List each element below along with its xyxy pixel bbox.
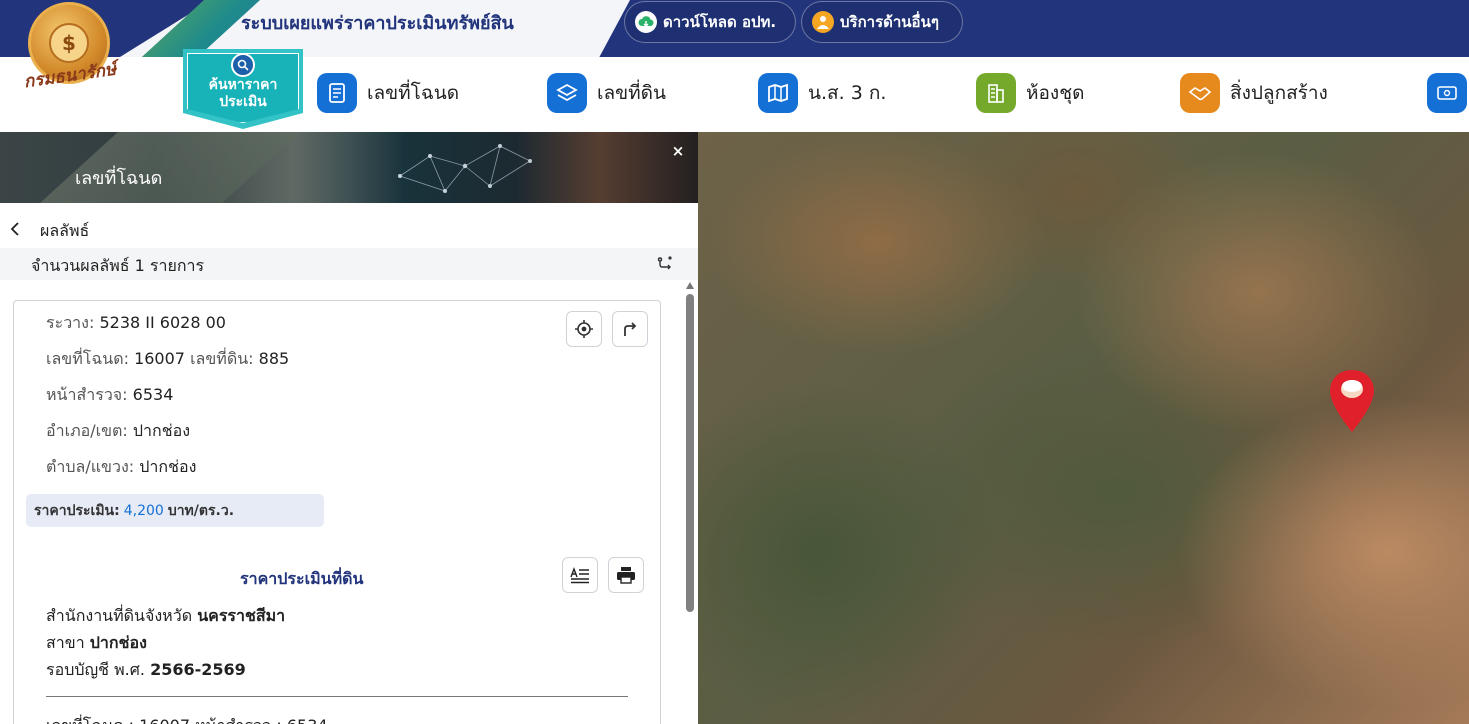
nav-building-label: สิ่งปลูกสร้าง <box>1230 82 1328 104</box>
nav-condo-label: ห้องชุด <box>1026 82 1085 104</box>
result-count: จำนวนผลลัพธ์ 1 รายการ <box>31 256 205 275</box>
result-card: ระวาง: 5238 II 6028 00 เลขที่โฉนด: 16007… <box>13 300 661 724</box>
ravang-value: 5238 II 6028 00 <box>99 313 226 332</box>
nav-condo[interactable]: ห้องชุด <box>976 72 1084 114</box>
nav-money[interactable] <box>1427 72 1469 114</box>
scroll-thumb[interactable] <box>686 294 694 612</box>
print-button[interactable] <box>608 557 644 593</box>
cycle-prefix: รอบบัญชี พ.ศ. <box>46 660 145 679</box>
land-label: เลขที่ดิน: <box>190 349 254 368</box>
crosshair-icon <box>575 320 593 338</box>
header: ระบบเผยแพร่ราคาประเมินทรัพย์สิน ดาวน์โหล… <box>0 0 1469 132</box>
service-person-icon <box>812 11 834 33</box>
survey-value: 6534 <box>132 385 174 404</box>
branch-line: สาขา ปากช่อง <box>46 631 147 656</box>
services-button[interactable]: บริการด้านอื่นๆ <box>801 1 963 43</box>
map-icon <box>758 73 798 113</box>
deed-row: เลขที่โฉนด: 16007 เลขที่ดิน: 885 <box>46 347 289 372</box>
close-panel-button[interactable]: × <box>670 143 686 159</box>
nav-deed-number[interactable]: เลขที่โฉนด <box>317 72 459 114</box>
survey-label: หน้าสำรวจ: <box>46 385 128 404</box>
cloud-download-icon <box>635 11 657 33</box>
treasury-logo[interactable]: $ กรมธนารักษ์ <box>10 2 128 102</box>
ravang-row: ระวาง: 5238 II 6028 00 <box>46 311 226 336</box>
ravang-label: ระวาง: <box>46 313 95 332</box>
document-icon <box>317 73 357 113</box>
panel-scrollbar[interactable] <box>684 280 696 724</box>
panel-banner: เลขที่โฉนด × <box>0 132 698 203</box>
result-panel: เลขที่โฉนด × ผลลัพธ์ จำนวนผลลัพธ์ 1 รายก… <box>0 132 698 724</box>
office-province: นครราชสีมา <box>197 606 286 625</box>
handshake-icon <box>1180 73 1220 113</box>
price-unit: บาท/ตร.ว. <box>167 502 235 519</box>
download-button[interactable]: ดาวน์โหลด อปท. <box>624 1 796 43</box>
survey-row: หน้าสำรวจ: 6534 <box>46 383 173 408</box>
deed-label: เลขที่โฉนด: <box>46 349 129 368</box>
price-value: 4,200 <box>123 502 164 519</box>
result-title: ผลลัพธ์ <box>40 221 90 240</box>
result-count-bar: จำนวนผลลัพธ์ 1 รายการ <box>0 248 698 280</box>
turn-right-arrow-icon <box>624 322 637 336</box>
land-value: 885 <box>258 349 290 368</box>
deed-summary-line: เลขที่โฉนด : 16007 หน้าสำรวจ : 6534 <box>46 714 328 724</box>
locate-button[interactable] <box>566 311 602 347</box>
text-view-button[interactable] <box>562 557 598 593</box>
nav-deed-label: เลขที่โฉนด <box>367 82 460 104</box>
result-header: ผลลัพธ์ <box>0 214 698 244</box>
map-pin-icon[interactable] <box>1328 368 1376 434</box>
nav-land-number[interactable]: เลขที่ดิน <box>547 72 666 114</box>
branch-value: ปากช่อง <box>89 633 147 652</box>
services-label: บริการด้านอื่นๆ <box>840 13 939 31</box>
printer-icon <box>617 567 635 584</box>
branch-prefix: สาขา <box>46 633 85 652</box>
district-label: อำเภอ/เขต: <box>46 421 128 440</box>
subdistrict-value: ปากช่อง <box>139 457 197 476</box>
app-page: ระบบเผยแพร่ราคาประเมินทรัพย์สิน ดาวน์โหล… <box>0 0 1469 724</box>
building-icon <box>976 73 1016 113</box>
subdistrict-row: ตำบล/แขวง: ปากช่อง <box>46 455 196 480</box>
layers-icon <box>547 73 587 113</box>
nav-ns3k[interactable]: น.ส. 3 ก. <box>758 72 886 114</box>
search-label-line1: ค้นหาราคา <box>208 77 278 93</box>
download-label: ดาวน์โหลด อปท. <box>663 13 777 31</box>
text-align-icon <box>570 567 589 584</box>
nav-land-label: เลขที่ดิน <box>597 82 666 104</box>
money-icon <box>1427 73 1467 113</box>
nav-building[interactable]: สิ่งปลูกสร้าง <box>1180 72 1328 114</box>
cycle-line: รอบบัญชี พ.ศ. 2566-2569 <box>46 658 246 683</box>
office-prefix: สำนักงานที่ดินจังหวัด <box>46 606 193 625</box>
panel-title: เลขที่โฉนด <box>75 168 163 189</box>
price-label: ราคาประเมิน: <box>34 502 120 519</box>
district-row: อำเภอ/เขต: ปากช่อง <box>46 419 190 444</box>
price-badge: ราคาประเมิน: 4,200 บาท/ตร.ว. <box>26 494 324 527</box>
search-icon <box>231 53 255 77</box>
scroll-up-arrow-icon[interactable] <box>686 282 694 289</box>
nav-ns3k-label: น.ส. 3 ก. <box>808 82 887 104</box>
land-office-line: สำนักงานที่ดินจังหวัด นครราชสีมา <box>46 604 285 629</box>
district-value: ปากช่อง <box>132 421 190 440</box>
nav-search-valuation[interactable]: ค้นหาราคา ประเมิน <box>183 49 303 129</box>
satellite-map[interactable] <box>698 132 1469 724</box>
land-valuation-title: ราคาประเมินที่ดิน <box>240 569 364 588</box>
directions-button[interactable] <box>612 311 648 347</box>
route-icon[interactable] <box>656 255 674 273</box>
divider <box>46 696 628 697</box>
cycle-value: 2566-2569 <box>150 660 246 679</box>
subdistrict-label: ตำบล/แขวง: <box>46 457 135 476</box>
search-label-line2: ประเมิน <box>219 94 267 110</box>
site-title: ระบบเผยแพร่ราคาประเมินทรัพย์สิน <box>241 13 514 34</box>
chevron-left-icon[interactable] <box>8 220 22 238</box>
deed-value: 16007 <box>134 349 185 368</box>
